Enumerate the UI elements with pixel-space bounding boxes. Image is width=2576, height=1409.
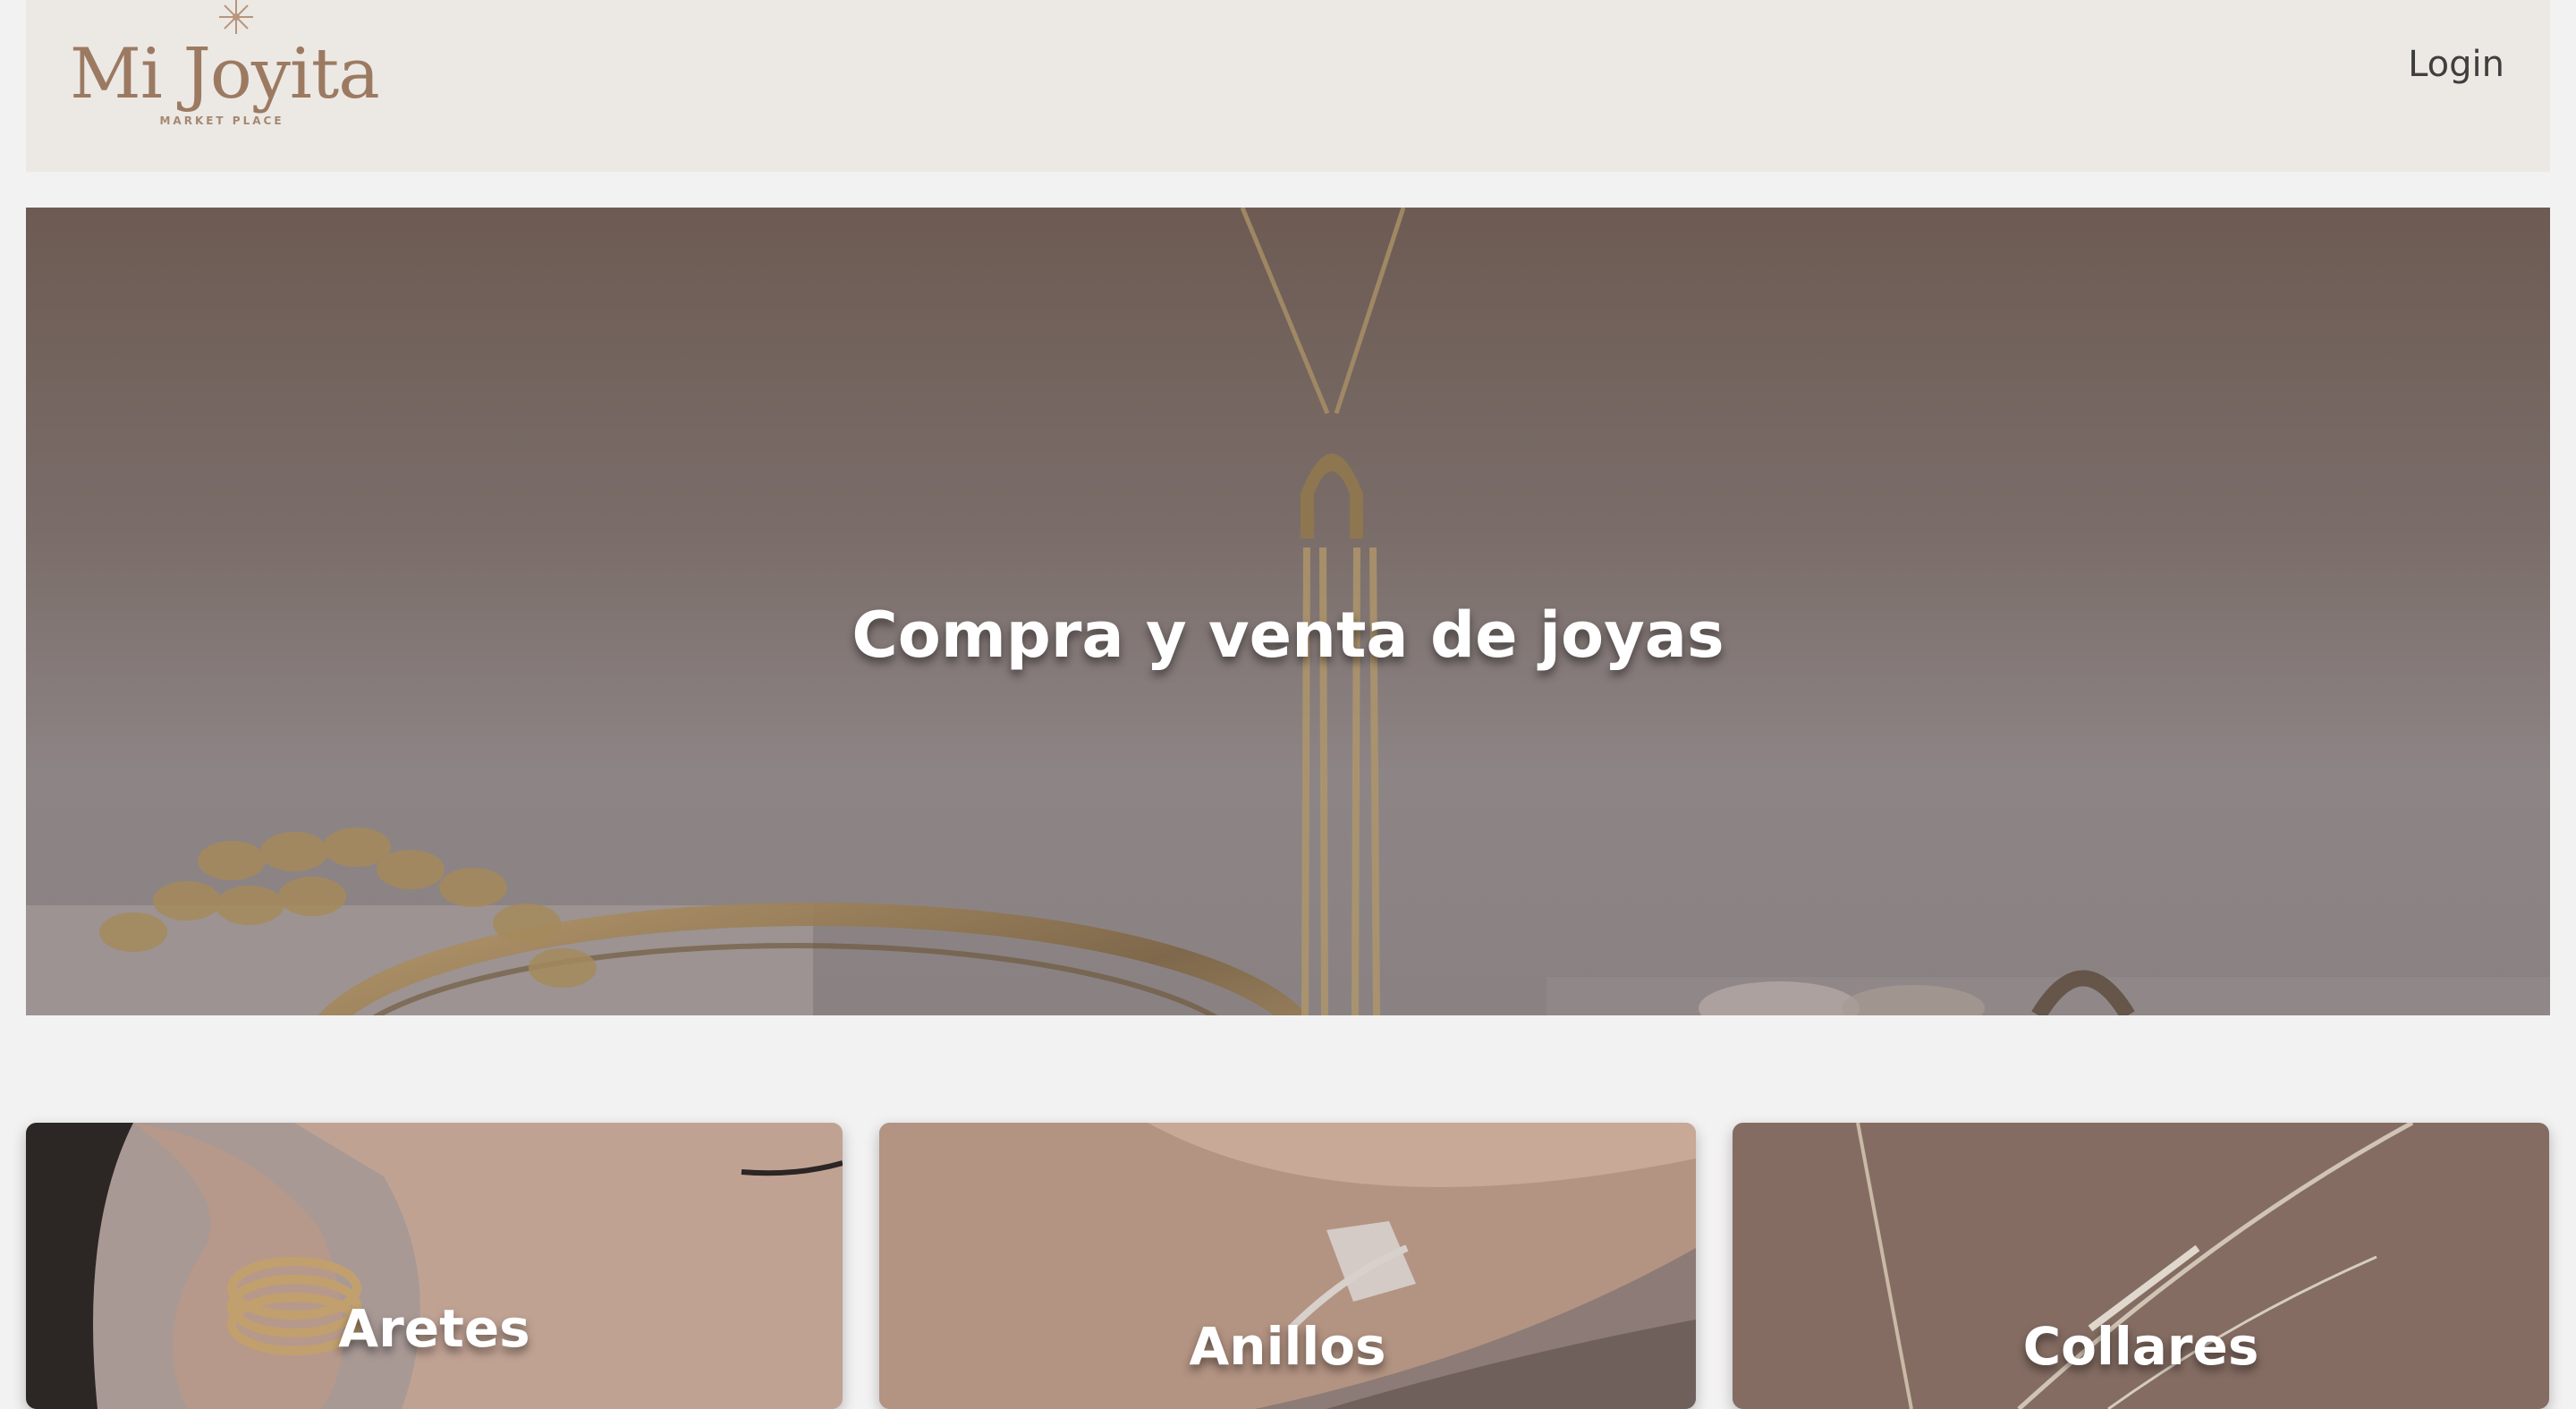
- brand-logo[interactable]: Mi Joyita MARKET PLACE: [70, 0, 380, 143]
- login-link[interactable]: Login: [2408, 36, 2504, 93]
- category-card-aretes[interactable]: Aretes: [26, 1123, 843, 1409]
- category-label: Anillos: [1189, 1316, 1386, 1377]
- logo-wordmark: Mi Joyita: [70, 34, 380, 115]
- earrings-image: [26, 1123, 843, 1409]
- hero-title: Compra y venta de joyas: [852, 598, 1724, 672]
- category-label: Collares: [2022, 1316, 2259, 1377]
- category-grid: Aretes Anillos Collares: [26, 1123, 2550, 1409]
- site-header: Mi Joyita MARKET PLACE Login: [26, 0, 2550, 172]
- logo-tagline: MARKET PLACE: [159, 115, 284, 127]
- hero-banner: Compra y venta de joyas: [26, 208, 2550, 1015]
- category-card-collares[interactable]: Collares: [1733, 1123, 2549, 1409]
- category-card-anillos[interactable]: Anillos: [879, 1123, 1696, 1409]
- category-label: Aretes: [338, 1298, 530, 1359]
